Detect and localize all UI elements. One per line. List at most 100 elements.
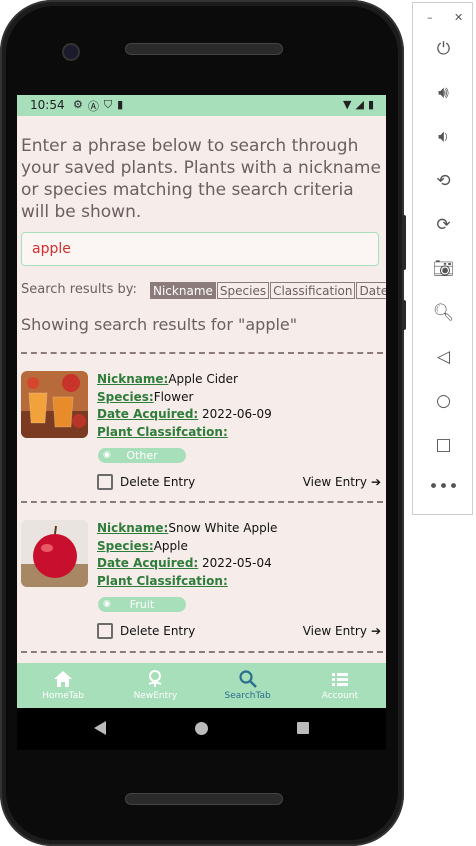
classification-value: Other	[126, 449, 158, 462]
status-bar: 10:54 ⚙ Ⓐ ⛉ ▮ ▼ ◢ ▮	[17, 95, 386, 116]
date-value: 2022-06-09	[202, 407, 272, 421]
search-input[interactable]	[30, 233, 364, 265]
rotate-right-icon[interactable]: ⟳	[413, 215, 474, 235]
list-item: Nickname:Snow White Apple Species:Apple …	[21, 520, 383, 660]
nickname-label: Nickname:	[97, 372, 169, 386]
view-entry-button[interactable]: View Entry ➔	[303, 624, 381, 638]
divider	[21, 501, 383, 503]
tab-home-label: HomeTab	[42, 691, 85, 701]
bottom-navigation: HomeTab NewEntry SearchTab Account	[17, 663, 386, 708]
view-entry-button[interactable]: View Entry ➔	[303, 475, 381, 489]
overview-square-icon[interactable]: □	[413, 435, 474, 455]
back-triangle-icon[interactable]: ◁	[413, 347, 474, 367]
delete-entry-checkbox[interactable]: Delete Entry	[97, 474, 195, 490]
volume-up-icon[interactable]: 🔊︎	[413, 83, 474, 103]
view-entry-label: View Entry	[302, 624, 367, 638]
species-value: Flower	[153, 389, 194, 404]
entry-image	[21, 520, 88, 587]
date-label: Date Acquired:	[97, 556, 199, 570]
species-value: Apple	[153, 538, 188, 553]
tab-account[interactable]: Account	[294, 663, 386, 708]
rotate-left-icon[interactable]: ⟲	[413, 171, 474, 191]
plant-add-icon	[148, 670, 162, 687]
close-icon[interactable]: ✕	[454, 11, 463, 24]
entry-fields: Nickname:Apple Cider Species:Flower Date…	[97, 371, 272, 441]
home-circle-outline-icon[interactable]: ○	[413, 391, 474, 411]
filter-species[interactable]: Species	[216, 282, 270, 299]
top-speaker	[125, 43, 283, 55]
search-field[interactable]	[21, 232, 379, 266]
view-entry-label: View Entry	[302, 475, 367, 489]
emulator-toolbar: – ✕ ⏻ 🔊︎ 🔉︎ ⟲ ⟳ 📷︎ 🔍︎ ◁ ○ □ •••	[412, 2, 473, 515]
search-icon	[239, 670, 257, 688]
nickname-value: Snow White Apple	[168, 521, 278, 535]
list-item: Nickname:Apple Cider Species:Flower Date…	[21, 371, 383, 511]
search-instructions: Enter a phrase below to search through y…	[21, 136, 381, 222]
gear-icon: ⚙	[73, 98, 83, 111]
filter-classification[interactable]: Classification	[270, 282, 356, 299]
nickname-label: Nickname:	[97, 521, 169, 535]
camera-icon[interactable]: 📷︎	[413, 259, 474, 279]
tab-home[interactable]: HomeTab	[17, 663, 109, 708]
divider	[21, 651, 383, 653]
classification-chip: ◉ Other	[98, 448, 186, 463]
species-label: Species:	[97, 538, 154, 553]
recent-apps-icon[interactable]	[297, 722, 309, 734]
status-notification-icons: ⚙ Ⓐ ⛉ ▮	[73, 98, 123, 114]
home-icon	[54, 671, 73, 687]
zoom-icon[interactable]: 🔍︎	[413, 303, 474, 323]
filter-nickname[interactable]: Nickname	[150, 282, 216, 299]
date-value: 2022-05-04	[202, 556, 272, 570]
checkbox-icon[interactable]	[97, 474, 113, 490]
app-screen: 10:54 ⚙ Ⓐ ⛉ ▮ ▼ ◢ ▮ Enter a phrase below…	[17, 95, 386, 708]
checkbox-icon[interactable]	[97, 623, 113, 639]
sd-card-icon: ▮	[117, 98, 124, 111]
back-icon[interactable]	[94, 721, 106, 735]
entry-image	[21, 371, 88, 438]
front-camera	[62, 43, 80, 61]
battery-icon: ▮	[367, 98, 374, 111]
divider	[21, 352, 383, 354]
list-icon	[331, 673, 348, 686]
tab-search-label: SearchTab	[224, 691, 271, 701]
shield-icon: ⛉	[103, 98, 113, 111]
system-navigation-bar	[17, 708, 386, 750]
app-a-icon: Ⓐ	[87, 100, 99, 113]
classification-label: Plant Classifcation:	[97, 573, 228, 588]
date-label: Date Acquired:	[97, 407, 199, 421]
status-time: 10:54	[30, 98, 65, 112]
volume-down-icon[interactable]: 🔉︎	[413, 127, 474, 147]
tab-new-entry-label: NewEntry	[133, 691, 178, 701]
classification-chip: ◉ Fruit	[98, 597, 186, 612]
filter-row: Search results by: Nickname Species Clas…	[21, 282, 386, 300]
filter-date[interactable]: Date	[356, 282, 386, 299]
results-heading: Showing search results for "apple"	[21, 315, 298, 334]
classification-value: Fruit	[129, 598, 155, 611]
status-system-icons: ▼ ◢ ▮	[343, 98, 374, 111]
wifi-icon: ▼	[343, 98, 352, 111]
power-button	[402, 300, 406, 330]
chip-circle-icon: ◉	[103, 450, 111, 460]
entry-fields: Nickname:Snow White Apple Species:Apple …	[97, 520, 277, 590]
species-label: Species:	[97, 389, 154, 404]
arrow-right-icon: ➔	[370, 624, 381, 638]
minimize-icon[interactable]: –	[427, 11, 433, 24]
power-icon[interactable]: ⏻	[413, 39, 474, 59]
chip-circle-icon: ◉	[103, 599, 111, 609]
more-icon[interactable]: •••	[413, 477, 474, 497]
home-circle-icon[interactable]	[195, 722, 208, 735]
nickname-value: Apple Cider	[168, 372, 238, 386]
tab-account-label: Account	[321, 691, 359, 701]
delete-entry-label: Delete Entry	[120, 624, 196, 638]
arrow-right-icon: ➔	[370, 475, 381, 489]
delete-entry-checkbox[interactable]: Delete Entry	[97, 623, 195, 639]
classification-label: Plant Classifcation:	[97, 424, 228, 439]
filter-label: Search results by:	[21, 282, 137, 297]
volume-button	[402, 215, 406, 270]
tab-search[interactable]: SearchTab	[202, 663, 294, 708]
filter-segmented-control: Nickname Species Classification Date	[150, 282, 386, 299]
signal-icon: ◢	[355, 98, 364, 111]
tab-new-entry[interactable]: NewEntry	[109, 663, 201, 708]
bottom-speaker	[125, 793, 283, 805]
delete-entry-label: Delete Entry	[120, 475, 196, 489]
